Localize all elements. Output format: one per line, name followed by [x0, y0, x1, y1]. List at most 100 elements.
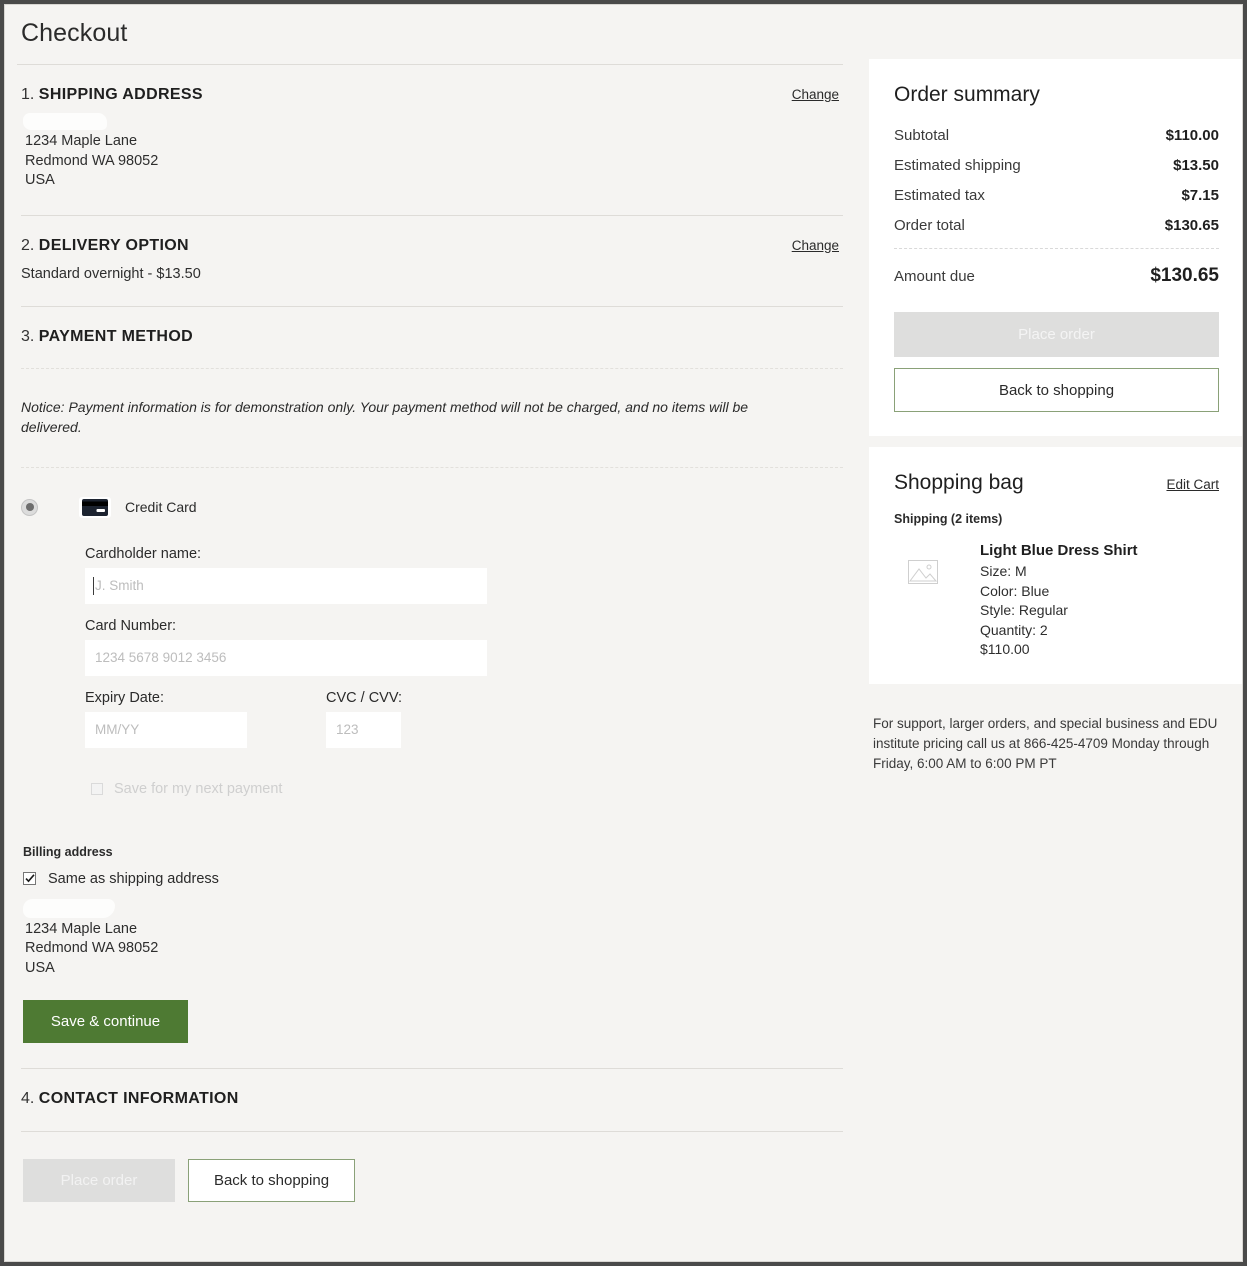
- contact-number: 4.: [21, 1090, 35, 1107]
- shipping-number: 1.: [21, 86, 35, 103]
- shipping-address-block: 1234 Maple Lane Redmond WA 98052 USA: [21, 104, 843, 191]
- payment-label: PAYMENT METHOD: [38, 327, 194, 345]
- redaction-mark: [23, 898, 115, 918]
- subtotal-label: Subtotal: [894, 127, 950, 144]
- expiry-cvc-row: Expiry Date: CVC / CVV:: [85, 676, 843, 748]
- cvc-input[interactable]: [326, 711, 401, 748]
- payment-title: 3. PAYMENT METHOD: [21, 328, 193, 346]
- product-image-placeholder-icon: [894, 542, 952, 660]
- contact-label: CONTACT INFORMATION: [38, 1090, 239, 1107]
- product-style: Style: Regular: [980, 602, 1068, 618]
- shipping-address-line-2: Redmond WA 98052: [25, 152, 159, 169]
- tax-value: $7.15: [1181, 187, 1219, 204]
- amount-due-label: Amount due: [894, 268, 975, 285]
- expiry-date-label: Expiry Date:: [85, 689, 164, 706]
- shipping-header: 1. SHIPPING ADDRESS Change: [21, 65, 843, 104]
- billing-address-line-1: 1234 Maple Lane: [25, 920, 138, 937]
- place-order-button-bottom[interactable]: Place order: [23, 1159, 175, 1202]
- cardholder-name-label: Cardholder name:: [85, 545, 202, 562]
- section-contact-information: 4. CONTACT INFORMATION Place order Back …: [17, 1069, 843, 1202]
- cardholder-name-input[interactable]: [85, 567, 487, 604]
- shipping-label: SHIPPING ADDRESS: [38, 86, 203, 103]
- shipping-address-line-3: USA: [25, 172, 55, 188]
- save-payment-label: Save for my next payment: [114, 780, 283, 797]
- payment-method-credit-card[interactable]: Credit Card: [21, 468, 843, 518]
- shopping-bag-title: Shopping bag: [894, 471, 1024, 494]
- redaction-mark: [23, 113, 107, 130]
- bottom-action-row: Place order Back to shopping: [21, 1132, 843, 1202]
- order-total-label: Order total: [894, 217, 965, 234]
- order-total-value: $130.65: [1164, 217, 1219, 234]
- save-and-continue-button[interactable]: Save & continue: [23, 1000, 188, 1043]
- delivery-label: DELIVERY OPTION: [38, 236, 189, 254]
- checkout-sidebar: Order summary Subtotal $110.00 Estimated…: [869, 5, 1242, 774]
- tax-label: Estimated tax: [894, 187, 985, 204]
- credit-card-icon: [79, 496, 111, 518]
- delivery-option-value: Standard overnight - $13.50: [21, 265, 201, 282]
- product-quantity: Quantity: 2: [980, 621, 1048, 638]
- same-as-shipping-row[interactable]: Same as shipping address: [21, 859, 843, 887]
- credit-card-form: Cardholder name: Card Number: Expiry Dat…: [21, 518, 843, 797]
- product-color: Color: Blue: [980, 582, 1050, 599]
- same-as-shipping-checkbox[interactable]: [23, 872, 36, 885]
- contact-header: 4. CONTACT INFORMATION: [21, 1069, 843, 1108]
- summary-row: Estimated shipping $13.50: [894, 157, 1219, 174]
- summary-row: Subtotal $110.00: [894, 127, 1219, 144]
- save-for-next-payment-row: Save for my next payment: [85, 748, 843, 797]
- billing-address-heading: Billing address: [23, 844, 113, 859]
- shopping-bag-card: Shopping bag Edit Cart Shipping (2 items…: [869, 447, 1242, 684]
- back-to-shopping-button-bottom[interactable]: Back to shopping: [188, 1159, 355, 1202]
- product-size: Size: M: [980, 563, 1027, 579]
- payment-notice: Notice: Payment information is for demon…: [21, 398, 749, 435]
- shopping-bag-header: Shopping bag Edit Cart: [894, 471, 1219, 495]
- product-details: Light Blue Dress Shirt Size: M Color: Bl…: [952, 542, 1138, 660]
- page-title: Checkout: [21, 19, 128, 47]
- amount-due-row: Amount due $130.65: [894, 265, 1219, 287]
- credit-card-radio[interactable]: [21, 498, 38, 516]
- back-to-shopping-button[interactable]: Back to shopping: [894, 368, 1219, 412]
- section-payment-method: 3. PAYMENT METHOD Notice: Payment inform…: [17, 307, 843, 1069]
- delivery-number: 2.: [21, 236, 35, 254]
- checkout-main-column: Checkout 1. SHIPPING ADDRESS Change 1234…: [5, 5, 869, 1261]
- edit-cart-link[interactable]: Edit Cart: [1166, 477, 1219, 492]
- billing-address-line-2: Redmond WA 98052: [25, 940, 159, 956]
- order-summary-title: Order summary: [894, 83, 1040, 106]
- save-payment-checkbox: [91, 782, 103, 795]
- summary-row: Order total $130.65: [894, 217, 1219, 234]
- cvc-label: CVC / CVV:: [326, 689, 403, 706]
- billing-address-block: 1234 Maple Lane Redmond WA 98052 USA: [21, 887, 843, 979]
- product-name: Light Blue Dress Shirt: [980, 542, 1138, 559]
- checkout-page: Checkout 1. SHIPPING ADDRESS Change 1234…: [5, 5, 1242, 1261]
- payment-header: 3. PAYMENT METHOD: [21, 307, 843, 346]
- delivery-header: 2. DELIVERY OPTION Change: [21, 216, 843, 255]
- delivery-title: 2. DELIVERY OPTION: [21, 237, 189, 255]
- text-cursor: [93, 576, 94, 595]
- support-text: For support, larger orders, and special …: [873, 715, 1218, 771]
- shipping-label: Estimated shipping: [894, 157, 1021, 174]
- amount-due-value: $130.65: [1150, 265, 1219, 286]
- change-delivery-link[interactable]: Change: [792, 238, 843, 253]
- billing-address-line-3: USA: [25, 959, 55, 976]
- contact-title: 4. CONTACT INFORMATION: [21, 1090, 239, 1108]
- section-shipping-address: 1. SHIPPING ADDRESS Change 1234 Maple La…: [17, 65, 843, 216]
- payment-number: 3.: [21, 327, 35, 345]
- checkout-window: Checkout 1. SHIPPING ADDRESS Change 1234…: [4, 4, 1243, 1262]
- order-summary-card: Order summary Subtotal $110.00 Estimated…: [869, 59, 1242, 436]
- summary-row: Estimated tax $7.15: [894, 187, 1219, 204]
- place-order-button[interactable]: Place order: [894, 312, 1219, 357]
- dotted-divider: [894, 248, 1219, 249]
- same-as-shipping-label: Same as shipping address: [48, 870, 219, 887]
- section-delivery-option: 2. DELIVERY OPTION Change Standard overn…: [17, 216, 843, 307]
- card-number-input[interactable]: [85, 639, 487, 676]
- change-shipping-link[interactable]: Change: [792, 87, 843, 102]
- product-price: $110.00: [980, 641, 1030, 657]
- credit-card-label: Credit Card: [125, 499, 197, 515]
- radio-dot: [25, 503, 34, 511]
- shipping-title: 1. SHIPPING ADDRESS: [21, 86, 203, 104]
- card-number-label: Card Number:: [85, 617, 177, 634]
- subtotal-value: $110.00: [1165, 127, 1219, 144]
- list-item: Light Blue Dress Shirt Size: M Color: Bl…: [894, 542, 1219, 660]
- expiry-date-input[interactable]: [85, 711, 247, 748]
- shipping-value: $13.50: [1173, 157, 1219, 174]
- shipping-address-line-1: 1234 Maple Lane: [25, 133, 138, 149]
